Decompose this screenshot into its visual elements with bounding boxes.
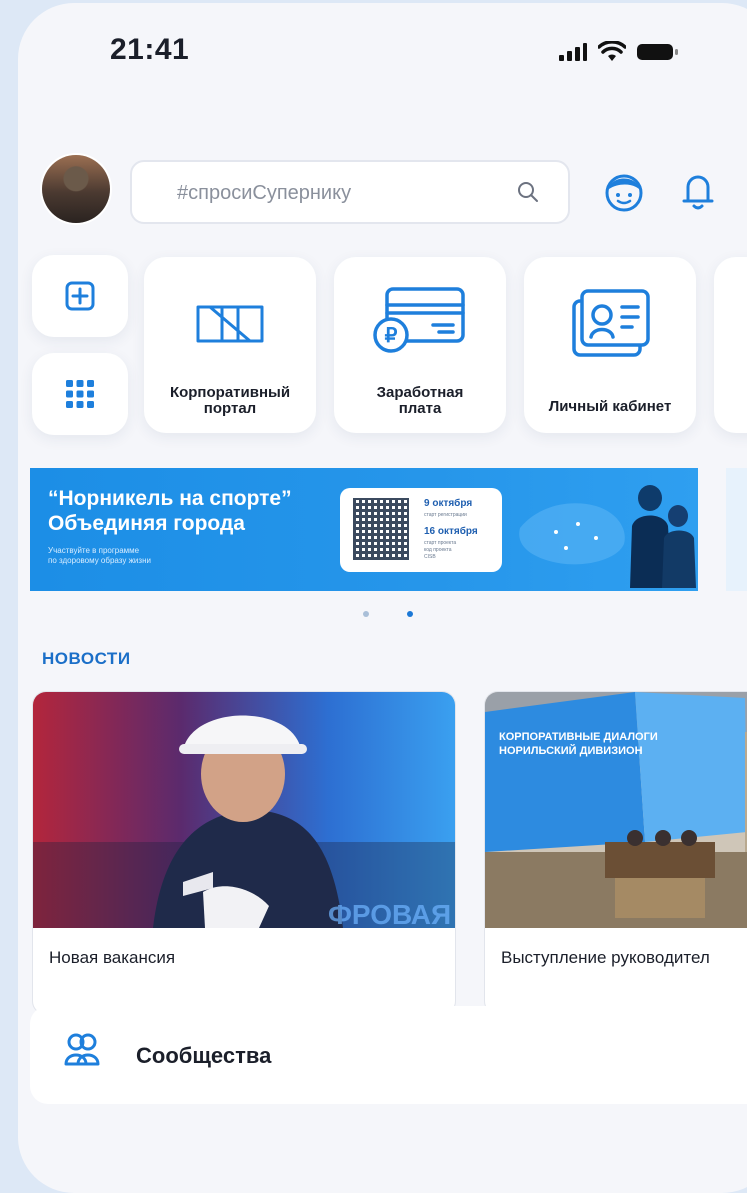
banner-info-card: 9 октября старт регистрации 16 октября с… xyxy=(340,488,502,572)
promo-banner[interactable]: “Норникель на спорте” Объединяя города У… xyxy=(30,468,698,591)
tile-salary[interactable]: ₽ Заработная плата xyxy=(334,257,506,433)
banner-subtitle: Участвуйте в программе по здоровому обра… xyxy=(48,546,151,565)
svg-text:ФРОВАЯ: ФРОВАЯ xyxy=(328,899,451,928)
phone-screen: 21:41 #спросиСупернику Корпоративный пор… xyxy=(18,3,747,1193)
news-image-conference: КОРПОРАТИВНЫЕ ДИАЛОГИ НОРИЛЬСКИЙ ДИВИЗИО… xyxy=(485,692,747,928)
carousel-dot-active[interactable] xyxy=(407,611,413,617)
search-input[interactable]: #спросиСупернику xyxy=(130,160,570,224)
salary-card-icon: ₽ xyxy=(373,287,465,353)
search-icon[interactable] xyxy=(516,180,540,204)
news-card[interactable]: ФРОВАЯ Новая вакансия xyxy=(32,691,456,1015)
grid-icon xyxy=(66,380,94,408)
all-services-button[interactable] xyxy=(32,353,128,435)
communities-label: Сообщества xyxy=(136,1043,272,1068)
news-caption: Выступление руководител xyxy=(501,948,710,967)
svg-text:КОРПОРАТИВНЫЕ ДИАЛОГИ: КОРПОРАТИВНЫЕ ДИАЛОГИ xyxy=(499,731,658,743)
search-placeholder: #спросиСупернику xyxy=(177,182,352,204)
assistant-icon[interactable] xyxy=(604,169,644,213)
tile-label: Личный кабинет xyxy=(548,398,672,415)
news-caption: Новая вакансия xyxy=(49,948,176,967)
svg-text:₽: ₽ xyxy=(385,325,398,347)
carousel-indicator xyxy=(363,611,413,617)
tile-next-partial[interactable] xyxy=(714,257,747,433)
status-icons xyxy=(558,41,680,63)
tile-label: Корпоративный портал xyxy=(169,384,291,417)
carousel-dot[interactable] xyxy=(363,611,369,617)
svg-text:НОРИЛЬСКИЙ ДИВИЗИОН: НОРИЛЬСКИЙ ДИВИЗИОН xyxy=(499,744,643,757)
tile-corporate-portal[interactable]: Корпоративный портал xyxy=(144,257,316,433)
nornickel-logo-icon xyxy=(196,305,264,343)
battery-icon xyxy=(637,44,678,60)
status-time: 21:41 xyxy=(110,33,190,66)
notification-bell-icon[interactable] xyxy=(681,169,715,213)
tile-personal-account[interactable]: Личный кабинет xyxy=(524,257,696,433)
communities-icon xyxy=(64,1033,100,1066)
plus-square-icon xyxy=(65,281,95,311)
add-shortcut-button[interactable] xyxy=(32,255,128,337)
news-section-title: НОВОСТИ xyxy=(42,649,131,668)
id-card-icon xyxy=(572,289,650,357)
wifi-icon xyxy=(598,41,626,61)
next-banner-partial[interactable] xyxy=(726,468,747,591)
signal-icon xyxy=(559,43,587,61)
banner-date-1: 9 октября xyxy=(424,498,473,509)
avatar[interactable] xyxy=(42,155,110,223)
news-image-worker: ФРОВАЯ xyxy=(33,692,455,928)
banner-title: “Норникель на спорте” Объединяя города xyxy=(48,487,292,535)
athletes-graphic xyxy=(630,485,696,588)
banner-date-2: 16 октября xyxy=(424,526,478,537)
news-card[interactable]: КОРПОРАТИВНЫЕ ДИАЛОГИ НОРИЛЬСКИЙ ДИВИЗИО… xyxy=(484,691,747,1015)
qr-code xyxy=(353,498,409,560)
map-graphic xyxy=(519,503,625,565)
tile-label: Заработная плата xyxy=(376,384,464,417)
